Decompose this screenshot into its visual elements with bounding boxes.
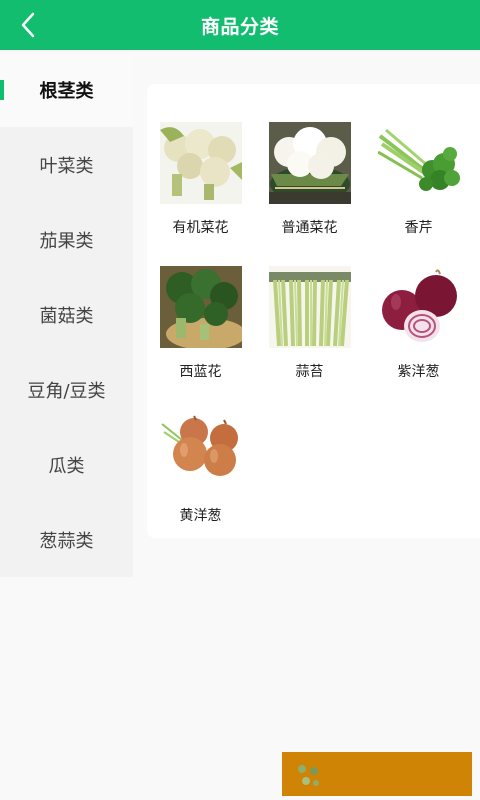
product-card[interactable]: 紫洋葱	[364, 266, 473, 381]
category-sidebar: 根茎类 叶菜类 茄果类 菌菇类 豆角/豆类 瓜类 葱蒜类	[0, 52, 133, 577]
sidebar-item-label: 叶菜类	[39, 155, 94, 177]
sidebar-item-mushrooms[interactable]: 菌菇类	[0, 277, 133, 352]
product-name: 黄洋葱	[179, 508, 222, 524]
active-indicator	[0, 80, 4, 100]
product-grid: 有机菜花 普通菜花 香芹 西蓝花 蒜苔 紫洋葱 黄洋葱	[147, 84, 480, 538]
top-bar: 商品分类	[0, 0, 480, 50]
clover-icon	[298, 765, 319, 786]
sidebar-item-onion-garlic[interactable]: 葱蒜类	[0, 502, 133, 577]
product-card[interactable]: 有机菜花	[146, 122, 255, 237]
sidebar-item-label: 瓜类	[48, 455, 85, 477]
sidebar-item-melons[interactable]: 瓜类	[0, 427, 133, 502]
page-title: 商品分类	[200, 15, 279, 38]
sidebar-item-leafy-vegetables[interactable]: 叶菜类	[0, 127, 133, 202]
product-card[interactable]: 普通菜花	[255, 122, 364, 237]
product-image	[159, 122, 242, 204]
product-card[interactable]: 黄洋葱	[146, 410, 255, 525]
product-image	[159, 410, 242, 492]
sidebar-item-beans[interactable]: 豆角/豆类	[0, 352, 133, 427]
product-card[interactable]: 香芹	[364, 122, 473, 237]
product-name: 紫洋葱	[397, 364, 440, 380]
sidebar-item-solanaceous[interactable]: 茄果类	[0, 202, 133, 277]
ad-banner[interactable]	[282, 752, 472, 796]
product-image	[377, 122, 460, 204]
chevron-left-icon	[21, 12, 35, 38]
product-card[interactable]: 西蓝花	[146, 266, 255, 381]
product-name: 蒜苔	[295, 364, 324, 380]
sidebar-item-label: 豆角/豆类	[27, 380, 106, 402]
product-name: 香芹	[404, 220, 433, 236]
product-card[interactable]: 蒜苔	[255, 266, 364, 381]
product-name: 普通菜花	[281, 220, 338, 236]
sidebar-item-label: 菌菇类	[39, 305, 94, 327]
sidebar-item-root-vegetables[interactable]: 根茎类	[0, 52, 133, 127]
sidebar-item-label: 葱蒜类	[39, 530, 94, 552]
back-button[interactable]	[8, 5, 48, 45]
sidebar-item-label: 根茎类	[39, 80, 94, 102]
product-name: 西蓝花	[179, 364, 222, 380]
product-image	[377, 266, 460, 348]
product-image	[268, 122, 351, 204]
sidebar-item-label: 茄果类	[39, 230, 94, 252]
product-name: 有机菜花	[172, 220, 229, 236]
product-image	[159, 266, 242, 348]
product-image	[268, 266, 351, 348]
